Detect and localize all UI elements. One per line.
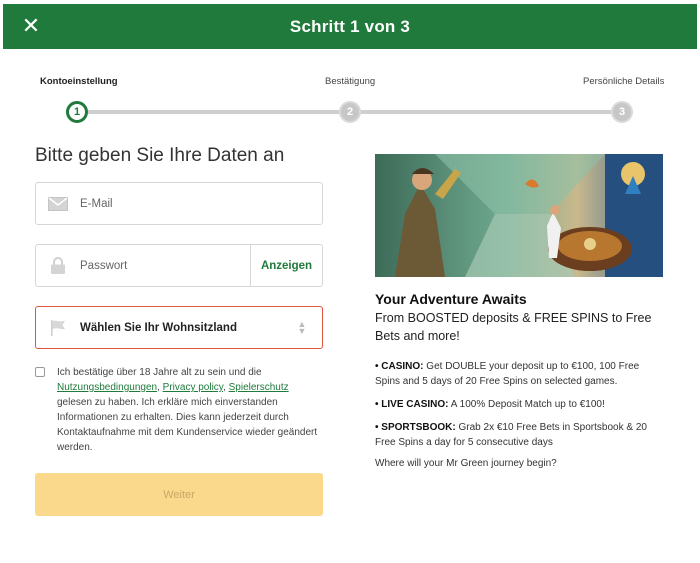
chevron-up-down-icon: ▲ ▼ <box>297 318 307 336</box>
step-label-3: Persönliche Details <box>583 76 665 87</box>
email-input[interactable] <box>80 183 322 224</box>
promo-item-key: • CASINO: <box>375 361 424 372</box>
promo-subtitle: From BOOSTED deposits & FREE SPINS to Fr… <box>375 311 652 343</box>
progress-track-1 <box>85 110 345 114</box>
progress-track-2 <box>360 110 615 114</box>
password-field[interactable]: Anzeigen <box>35 244 323 287</box>
promo-banner-image <box>375 154 663 277</box>
password-input[interactable] <box>80 245 250 286</box>
page-title: Schritt 1 von 3 <box>289 16 411 36</box>
consent-checkbox[interactable] <box>35 367 45 377</box>
promo-item-text: A 100% Deposit Match up to €100! <box>448 399 605 410</box>
country-select[interactable]: Wählen Sie Ihr Wohnsitzland ▲ ▼ <box>35 306 323 349</box>
step-label-1: Kontoeinstellung <box>40 76 118 87</box>
promo-item-live-casino: • LIVE CASINO: A 100% Deposit Match up t… <box>375 397 665 412</box>
consent-text-1: Ich bestätige über 18 Jahre alt zu sein … <box>57 367 262 378</box>
lock-icon <box>36 257 80 274</box>
promo-item-key: • LIVE CASINO: <box>375 399 449 410</box>
consent-text-2: gelesen zu haben. Ich erkläre mich einve… <box>57 397 318 453</box>
envelope-icon <box>36 196 80 211</box>
form-heading: Bitte geben Sie Ihre Daten an <box>35 145 285 166</box>
privacy-policy-link[interactable]: Privacy policy <box>163 382 223 393</box>
promo-item-sportsbook: • SPORTSBOOK: Grab 2x €10 Free Bets in S… <box>375 420 665 450</box>
show-password-button[interactable]: Anzeigen <box>250 245 322 286</box>
player-protection-link[interactable]: Spielerschutz <box>229 382 289 393</box>
terms-link[interactable]: Nutzungsbedingungen <box>57 382 157 393</box>
progress-stepper: Kontoeinstellung Bestätigung Persönliche… <box>0 70 700 130</box>
promo-panel: Your Adventure Awaits From BOOSTED depos… <box>375 154 665 469</box>
promo-title: Your Adventure Awaits <box>375 291 527 307</box>
promo-closing-text: Where will your Mr Green journey begin? <box>375 458 557 469</box>
close-icon[interactable]: ✕ <box>19 14 43 38</box>
promo-item-key: • SPORTSBOOK: <box>375 422 456 433</box>
modal-header: ✕ Schritt 1 von 3 <box>3 4 697 49</box>
consent-section: Ich bestätige über 18 Jahre alt zu sein … <box>35 365 325 455</box>
next-button[interactable]: Weiter <box>35 473 323 516</box>
step-label-2: Bestätigung <box>325 76 376 87</box>
step-dot-2: 2 <box>339 101 361 123</box>
step-dot-3: 3 <box>611 101 633 123</box>
email-field[interactable] <box>35 182 323 225</box>
registration-form: Bitte geben Sie Ihre Daten an Anzeigen <box>35 145 325 516</box>
country-select-label: Wählen Sie Ihr Wohnsitzland <box>80 321 237 334</box>
promo-item-casino: • CASINO: Get DOUBLE your deposit up to … <box>375 359 665 389</box>
flag-icon <box>36 319 80 337</box>
step-dot-1: 1 <box>66 101 88 123</box>
